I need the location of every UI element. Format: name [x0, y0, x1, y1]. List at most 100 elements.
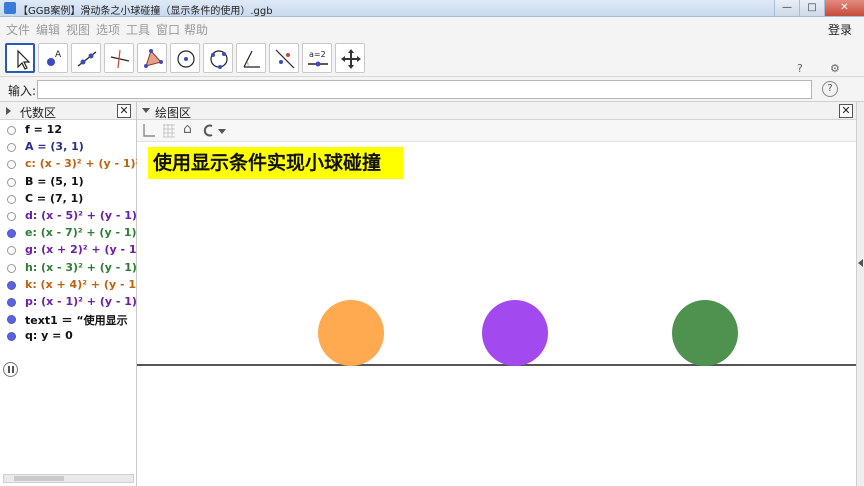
- collapse-triangle-icon[interactable]: [142, 108, 150, 113]
- algebra-row[interactable]: p: (x - 1)² + (y - 1)² =: [0, 294, 137, 311]
- orange-ball: [318, 300, 384, 366]
- expand-triangle-icon[interactable]: [6, 107, 11, 115]
- style-bar: ⌂: [137, 120, 856, 142]
- menu-bar: 文件 编辑 视图 选项 工具 窗口 帮助 登录: [0, 17, 864, 39]
- window-titlebar: 【GGB案例】滑动条之小球碰撞（显示条件的使用）.ggb — □ ✕: [0, 0, 864, 17]
- algebra-row-label: g: (x + 2)² + (y - 1)² =: [25, 243, 137, 257]
- line-icon: [77, 51, 97, 67]
- algebra-row[interactable]: C = (7, 1): [0, 191, 137, 208]
- help-icon[interactable]: ?: [797, 62, 803, 75]
- visibility-toggle-icon[interactable]: [7, 246, 16, 256]
- algebra-row[interactable]: h: (x - 3)² + (y - 1)² =: [0, 260, 137, 277]
- algebra-row-label: f = 12: [25, 123, 62, 136]
- angle-tool-button[interactable]: [236, 43, 266, 73]
- algebra-row-label: d: (x - 5)² + (y - 1)² =: [25, 209, 137, 222]
- angle-icon: [243, 50, 260, 68]
- algebra-row-label: C = (7, 1): [25, 191, 84, 205]
- grid-toggle-icon[interactable]: [162, 123, 176, 138]
- algebra-row[interactable]: e: (x - 7)² + (y - 1)² =: [0, 225, 137, 242]
- cursor-arrow-icon: [17, 49, 31, 70]
- circle-center-icon: [177, 50, 195, 68]
- point-capture-dropdown-icon[interactable]: [202, 123, 228, 138]
- svg-text:a=2: a=2: [309, 50, 326, 59]
- pause-animation-button[interactable]: [3, 362, 18, 377]
- visibility-toggle-icon[interactable]: [7, 332, 16, 342]
- menu-file[interactable]: 文件: [6, 21, 30, 38]
- visibility-toggle-icon[interactable]: [7, 315, 16, 325]
- perpendicular-tool-button[interactable]: [104, 43, 134, 73]
- toolbar: A a=2 ↶ ↷: [0, 39, 864, 96]
- input-bar: 输入: ?: [0, 77, 864, 102]
- scrollbar-thumb[interactable]: [14, 476, 64, 481]
- algebra-row-label: B = (5, 1): [25, 174, 84, 188]
- algebra-row-label: A = (3, 1): [25, 140, 84, 154]
- visibility-toggle-icon[interactable]: [7, 263, 16, 273]
- polygon-tool-button[interactable]: [137, 43, 167, 73]
- slider-icon: a=2: [308, 50, 328, 67]
- algebra-header: 代数区 ✕: [0, 102, 136, 120]
- open-side-panel-icon[interactable]: [858, 259, 863, 267]
- visibility-toggle-icon[interactable]: [7, 280, 16, 290]
- algebra-row-label: q: y = 0: [25, 329, 73, 343]
- input-help-icon[interactable]: ?: [822, 81, 838, 97]
- algebra-horizontal-scrollbar[interactable]: [3, 474, 134, 483]
- graphics-view[interactable]: 绘图区 ✕ ⌂ 使用显示条件实现小球碰撞: [137, 102, 856, 486]
- algebra-row[interactable]: q: y = 0: [0, 328, 137, 345]
- visibility-toggle-icon[interactable]: [7, 143, 16, 153]
- visibility-toggle-icon[interactable]: [7, 212, 16, 221]
- algebra-row[interactable]: k: (x + 4)² + (y - 1)² =: [0, 277, 137, 294]
- move-view-tool-button[interactable]: [335, 43, 365, 73]
- menu-tools[interactable]: 工具: [126, 21, 150, 38]
- green-ball: [672, 300, 738, 366]
- algebra-close-button[interactable]: ✕: [117, 104, 131, 118]
- algebra-row[interactable]: g: (x + 2)² + (y - 1)² =: [0, 242, 137, 259]
- visibility-toggle-icon[interactable]: [7, 160, 16, 170]
- graphics-title: 绘图区: [155, 106, 192, 120]
- graphics-header: 绘图区 ✕: [137, 102, 856, 120]
- algebra-row-label: c: (x - 3)² + (y - 1)² =: [25, 157, 137, 171]
- menu-window[interactable]: 窗口: [156, 21, 180, 38]
- move-arrows-icon: [341, 49, 361, 69]
- x-axis-line: [137, 364, 856, 366]
- menu-view[interactable]: 视图: [66, 21, 90, 38]
- visibility-toggle-icon[interactable]: [7, 194, 16, 204]
- geogebra-app-icon: [4, 2, 16, 14]
- perpendicular-line-icon: [110, 49, 130, 69]
- window-controls: — □ ✕: [774, 0, 864, 17]
- minimize-button[interactable]: —: [774, 0, 799, 16]
- home-icon[interactable]: ⌂: [183, 121, 192, 137]
- menu-edit[interactable]: 编辑: [36, 21, 60, 38]
- move-tool-button[interactable]: [5, 43, 35, 73]
- slider-tool-button[interactable]: a=2: [302, 43, 332, 73]
- algebra-row[interactable]: d: (x - 5)² + (y - 1)² =: [0, 208, 137, 225]
- algebra-row[interactable]: f = 12: [0, 122, 137, 139]
- close-window-button[interactable]: ✕: [824, 0, 864, 16]
- reflect-tool-button[interactable]: [269, 43, 299, 73]
- maximize-button[interactable]: □: [799, 0, 824, 16]
- circle-tool-button[interactable]: [170, 43, 200, 73]
- circle-three-points-icon: [210, 50, 228, 69]
- algebra-view: 代数区 ✕ f = 12 A = (3, 1) c: (x - 3)² + (y -…: [0, 102, 137, 486]
- reflect-line-icon: [275, 49, 295, 69]
- point-tool-button[interactable]: A: [38, 43, 68, 73]
- visibility-toggle-icon[interactable]: [7, 298, 16, 307]
- visibility-toggle-icon[interactable]: [7, 229, 16, 239]
- visibility-toggle-icon[interactable]: [7, 126, 16, 135]
- gear-icon[interactable]: ⚙: [830, 62, 840, 75]
- algebra-row-label: h: (x - 3)² + (y - 1)² =: [25, 260, 137, 274]
- circle-three-points-tool-button[interactable]: [203, 43, 233, 73]
- window-title: 【GGB案例】滑动条之小球碰撞（显示条件的使用）.ggb: [18, 6, 273, 17]
- axes-toggle-icon[interactable]: [142, 123, 156, 138]
- algebra-row[interactable]: text1 ＝ “使用显示: [0, 311, 137, 328]
- line-tool-button[interactable]: [71, 43, 101, 73]
- algebra-row[interactable]: c: (x - 3)² + (y - 1)² =: [0, 156, 137, 173]
- algebra-row[interactable]: B = (5, 1): [0, 174, 137, 191]
- algebra-row-label: k: (x + 4)² + (y - 1)² =: [25, 277, 137, 291]
- input-field[interactable]: [37, 80, 812, 99]
- algebra-row[interactable]: A = (3, 1): [0, 139, 137, 156]
- graphics-close-button[interactable]: ✕: [839, 104, 853, 118]
- menu-options[interactable]: 选项: [96, 21, 120, 38]
- menu-help[interactable]: 帮助: [184, 21, 208, 38]
- visibility-toggle-icon[interactable]: [7, 177, 16, 187]
- login-link[interactable]: 登录: [828, 21, 852, 38]
